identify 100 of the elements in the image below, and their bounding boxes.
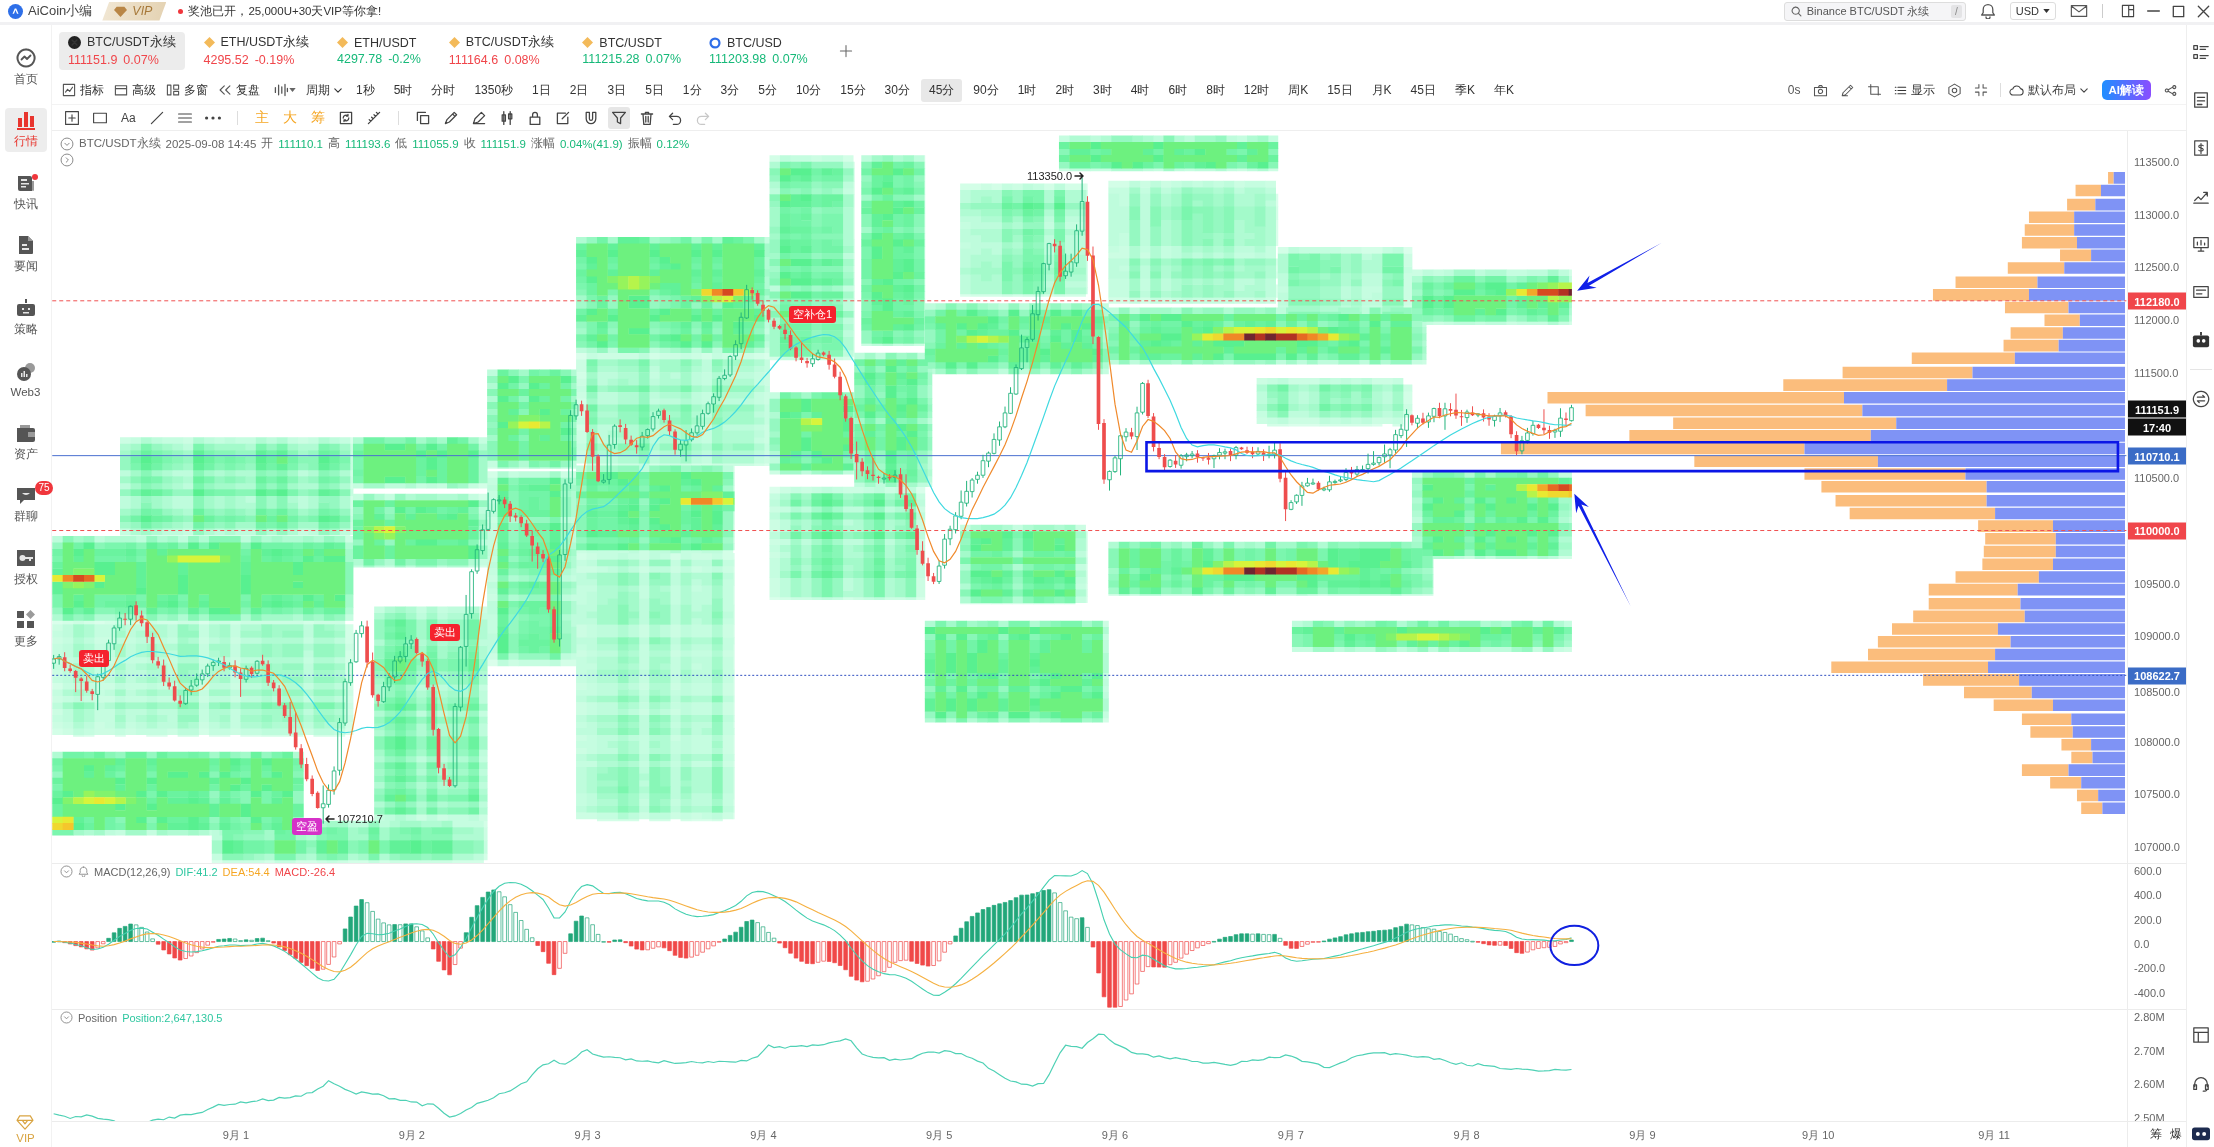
layout-icon[interactable] (2121, 4, 2135, 18)
bell-icon[interactable] (1979, 3, 1996, 19)
bars-icon[interactable] (273, 82, 289, 98)
interval-tab[interactable]: 10分 (787, 78, 830, 102)
interval-tab[interactable]: 8时 (1198, 78, 1233, 102)
text-tool[interactable]: Aa (120, 110, 137, 125)
axis-label: -200.0 (2134, 961, 2166, 975)
interval-tab[interactable]: 年K (1485, 78, 1522, 102)
toolbar-button[interactable]: 复盘 (215, 81, 263, 99)
interval-tab[interactable]: 3时 (1085, 78, 1120, 102)
refresh-timer[interactable]: 0s (1787, 83, 1801, 97)
ticker-tab[interactable]: ETH/USDT永续 4295.52 -0.19% (194, 31, 318, 70)
toolbar-button[interactable]: 高级 (111, 81, 159, 99)
announcement-text[interactable]: 奖池已开，25,000U+30天VIP等你拿! (188, 3, 382, 19)
axis-label: 2.70M (2134, 1044, 2165, 1058)
axis-label: 2.60M (2134, 1077, 2165, 1091)
sidebar-item[interactable]: 策略 (4, 295, 47, 339)
line-icon[interactable] (148, 109, 165, 126)
sidebar-item[interactable]: 首页 (4, 45, 47, 89)
swap-icon[interactable] (2191, 390, 2210, 408)
interval-tab[interactable]: 周K (1280, 78, 1317, 102)
interval-tab[interactable]: 45日 (1402, 78, 1444, 102)
sidebar-item[interactable]: 快讯 (4, 170, 47, 214)
panel-toggle[interactable]: 筹 (2150, 1126, 2162, 1143)
ticker-tab[interactable]: BTC/USD 111203.98 0.07% (700, 31, 817, 70)
ticker-tab[interactable]: BTC/USDT永续 111164.6 0.08% (439, 31, 564, 70)
headset-icon[interactable] (2191, 1075, 2210, 1093)
sidebar-item[interactable]: 更多 (4, 607, 47, 652)
chevron-down-icon (334, 87, 342, 93)
pencil-icon[interactable] (1839, 82, 1855, 98)
camera-icon[interactable] (1812, 82, 1828, 98)
interval-tab[interactable]: 1秒 (348, 78, 383, 102)
rotate-icon[interactable] (337, 109, 354, 126)
chevron-down-icon (2079, 87, 2088, 93)
robot-icon[interactable] (2191, 331, 2210, 349)
dollar-document-icon[interactable] (2191, 139, 2210, 157)
ticker-price: 111203.98 (709, 51, 767, 66)
interval-tab[interactable]: 1时 (1009, 78, 1045, 102)
filter-icon[interactable] (607, 106, 630, 129)
sidebar-item[interactable]: 资产 (4, 420, 47, 464)
layout-dropdown[interactable]: 默认布局 (2008, 82, 2088, 98)
interval-tab[interactable]: 3日 (599, 78, 635, 102)
interval-tab[interactable]: 5日 (637, 78, 672, 102)
interval-tab[interactable]: 3分 (712, 78, 748, 102)
crop-icon[interactable] (1866, 82, 1882, 98)
axis-label: 109000.0 (2134, 629, 2180, 643)
ruler-icon[interactable] (365, 109, 382, 126)
interval-tab[interactable]: 5时 (385, 78, 421, 102)
interval-tab[interactable]: 30分 (876, 78, 918, 102)
interval-tab[interactable]: 季K (1446, 78, 1483, 102)
monitor-icon[interactable] (2191, 235, 2210, 253)
price-tag: 108622.7 (2128, 667, 2186, 685)
sidebar-item[interactable]: 要闻 (4, 232, 47, 277)
sidebar-item[interactable]: 授权 (4, 545, 47, 589)
interval-tab[interactable]: 2时 (1047, 78, 1083, 102)
more-icon[interactable] (204, 115, 221, 120)
ticker-tab[interactable]: ETH/USDT 4297.78 -0.2% (328, 31, 430, 70)
close-icon[interactable] (2197, 4, 2210, 18)
currency-dropdown[interactable]: USD (2009, 2, 2056, 20)
interval-tab[interactable]: 1日 (524, 78, 559, 102)
interval-tab[interactable]: 5分 (750, 78, 785, 102)
trash-icon[interactable] (638, 109, 655, 126)
pen-icon[interactable] (470, 109, 487, 126)
panel-toggle[interactable]: 爆 (2170, 1126, 2182, 1143)
card-icon[interactable] (2191, 283, 2210, 301)
toolbar-button[interactable]: 指标 (59, 81, 107, 99)
plus-box-icon[interactable] (64, 109, 80, 126)
expand-icon[interactable] (1973, 83, 1988, 97)
mail-icon[interactable] (2070, 2, 2088, 20)
interval-tab[interactable]: 15分 (832, 78, 874, 102)
axis-label: 200.0 (2134, 913, 2162, 927)
ai-button[interactable]: AI解读 (2101, 80, 2151, 100)
interval-tab[interactable]: 6时 (1160, 78, 1196, 102)
brush-icon[interactable] (442, 109, 459, 126)
toolbar-button[interactable]: 多窗 (163, 81, 211, 99)
list-icon[interactable] (2191, 43, 2210, 61)
layout-icon[interactable] (2191, 1026, 2210, 1044)
interval-tab[interactable]: 12时 (1235, 78, 1278, 102)
interval-tab[interactable]: 45分 (920, 78, 963, 102)
edit-icon[interactable] (554, 109, 571, 126)
interval-tab[interactable]: 4时 (1122, 78, 1158, 102)
interval-tab[interactable]: 90分 (965, 78, 1007, 102)
maximize-icon[interactable] (2172, 4, 2185, 18)
interval-tab[interactable]: 月K (1363, 78, 1400, 102)
sidebar-item[interactable]: 行情 (4, 107, 47, 152)
axis-label: 400.0 (2134, 888, 2162, 902)
interval-tab[interactable]: 15日 (1319, 78, 1361, 102)
period-dropdown[interactable]: 周期 (306, 81, 342, 99)
interval-tab[interactable]: 分时 (423, 78, 464, 102)
axis-label: 107000.0 (2134, 840, 2180, 854)
settings-icon[interactable] (1946, 82, 1962, 98)
interval-tab[interactable]: 1分 (674, 78, 710, 102)
ticker-tab[interactable]: BTC/USDT 111215.28 0.07% (573, 31, 691, 70)
document-icon[interactable] (2191, 91, 2210, 109)
display-button[interactable]: 显示 (1893, 81, 1935, 99)
share-icon[interactable] (2163, 82, 2178, 98)
copy-icon[interactable] (414, 109, 431, 126)
sidebar-item[interactable]: Web3 (4, 357, 47, 402)
interval-tab[interactable]: 2日 (561, 78, 597, 102)
interval-tab[interactable]: 1350秒 (466, 78, 522, 102)
